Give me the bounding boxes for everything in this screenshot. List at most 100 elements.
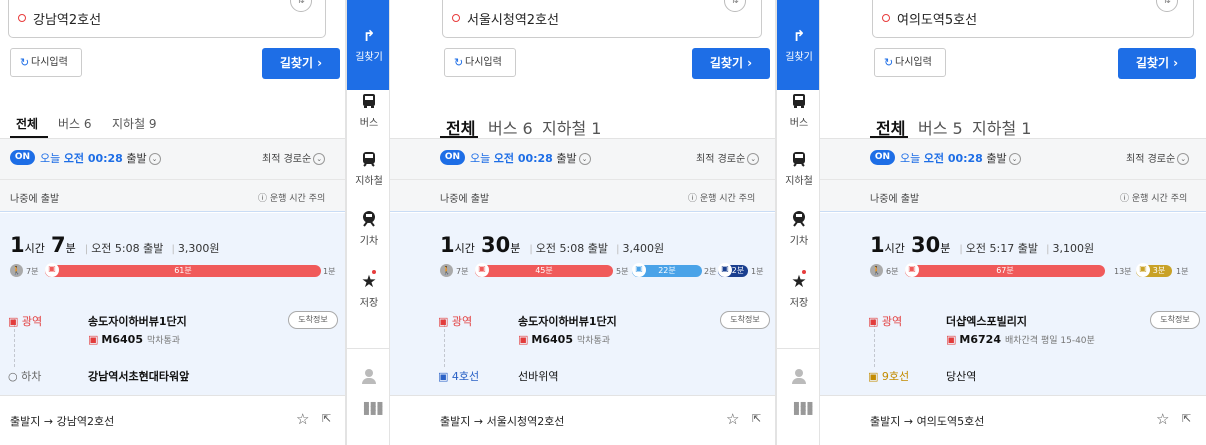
train-icon — [363, 211, 375, 227]
tab-bus[interactable]: 버스 6 — [488, 115, 533, 139]
star-icon[interactable]: ☆ — [296, 410, 309, 428]
reset-button[interactable]: ↻ 다시입력 — [444, 48, 516, 77]
walk-icon: 🚶 — [10, 264, 23, 277]
tab-bus[interactable]: 버스 6 — [58, 115, 92, 132]
bus-icon — [363, 94, 375, 108]
destination-text: 여의도역5호선 — [897, 13, 978, 28]
destination-marker-icon — [452, 14, 460, 22]
grid-menu-icon[interactable]: ▪▪▪ ▪▪▪ ▪▪▪ — [363, 400, 383, 418]
departure-time[interactable]: 오늘 오전 00:28 출발 ⌄ — [40, 150, 161, 166]
arrival-info-button[interactable]: 도착정보 — [720, 311, 770, 329]
boarding-stop[interactable]: 더샵엑스포빌리지 — [946, 313, 1027, 329]
star-icon: ★ — [791, 270, 807, 292]
arrival-info-button[interactable]: 도착정보 — [288, 311, 338, 329]
step-label-alight: ○ 하차 — [8, 370, 42, 383]
departure-time[interactable]: 오늘 오전 00:28 출발 ⌄ — [900, 150, 1021, 166]
user-icon[interactable] — [362, 369, 376, 384]
bus-route-number[interactable]: ▣ M6405 막차통과 — [88, 333, 180, 346]
bus-route-number[interactable]: ▣ M6724 배차간격 평일 15-40분 — [946, 333, 1095, 346]
bus-menu[interactable]: 버스 — [777, 92, 819, 129]
departure-row: ON 오늘 오전 00:28 출발 ⌄ 최적 경로순 ⌄ — [820, 139, 1206, 179]
route-panel-2: 서울시청역2호선 ⇅ ↻ 다시입력 길찾기 › 전체 버스 6 지하철 1 ON … — [390, 0, 776, 445]
tab-subway[interactable]: 지하철 1 — [972, 115, 1031, 139]
route-footer: 출발지 → 강남역2호선 ☆ ⇱ — [0, 395, 345, 445]
destination-field[interactable]: 강남역2호선 — [8, 0, 326, 38]
bus-icon: ▣ — [88, 333, 99, 346]
destination-field[interactable]: 서울시청역2호선 — [442, 0, 762, 38]
alight-stop[interactable]: 강남역서초현대타워앞 — [88, 368, 189, 384]
star-icon[interactable]: ☆ — [726, 410, 739, 428]
later-departure-row[interactable]: 나중에 출발 ⓘ 운행 시간 주의 — [820, 179, 1206, 212]
share-icon[interactable]: ⇱ — [1182, 412, 1191, 425]
on-toggle[interactable]: ON — [870, 150, 895, 165]
share-icon[interactable]: ⇱ — [752, 412, 761, 425]
sort-dropdown[interactable]: 최적 경로순 ⌄ — [1126, 150, 1190, 165]
service-time-notice[interactable]: ⓘ 운행 시간 주의 — [258, 191, 325, 204]
search-route-button[interactable]: 길찾기 › — [262, 48, 340, 79]
later-departure-row[interactable]: 나중에 출발 ⓘ 운행 시간 주의 — [0, 179, 345, 212]
on-toggle[interactable]: ON — [440, 150, 465, 165]
destination-text: 강남역2호선 — [33, 13, 102, 28]
tab-all[interactable]: 전체 — [16, 115, 38, 132]
saved-menu[interactable]: ★ 저장 — [347, 270, 389, 309]
route-panel-1: 강남역2호선 ⇅ ↻ 다시입력 길찾기 › 전체 버스 6 지하철 9 ON 오늘… — [0, 0, 346, 445]
service-time-notice[interactable]: ⓘ 운행 시간 주의 — [688, 191, 755, 204]
route-footer-text: 출발지 → 서울시청역2호선 — [440, 415, 565, 428]
route-bar: 🚶 7분 61분 ▣ 1분 — [10, 263, 336, 278]
subway-menu[interactable]: 지하철 — [777, 150, 819, 187]
later-departure-row[interactable]: 나중에 출발 ⓘ 운행 시간 주의 — [390, 179, 775, 212]
route-panel-3: 여의도역5호선 ⇅ ↻ 다시입력 길찾기 › 전체 버스 5 지하철 1 ON 오… — [820, 0, 1206, 445]
train-menu[interactable]: 기차 — [347, 210, 389, 247]
departure-row: ON 오늘 오전 00:28 출발 ⌄ 최적 경로순 ⌄ — [0, 139, 345, 179]
user-icon[interactable] — [792, 369, 806, 384]
walk-end-minutes: 1분 — [1176, 267, 1189, 276]
subway-icon: ▣ — [1136, 263, 1150, 277]
refresh-icon: ↻ — [884, 56, 894, 69]
bus-icon: ▣ — [8, 315, 19, 328]
service-time-notice[interactable]: ⓘ 운행 시간 주의 — [1120, 191, 1187, 204]
star-icon[interactable]: ☆ — [1156, 410, 1169, 428]
search-route-button[interactable]: 길찾기 › — [1118, 48, 1196, 79]
on-toggle[interactable]: ON — [10, 150, 35, 165]
chevron-down-icon: ⌄ — [148, 153, 161, 165]
departure-time[interactable]: 오늘 오전 00:28 출발 ⌄ — [470, 150, 591, 166]
reset-button[interactable]: ↻ 다시입력 — [874, 48, 946, 77]
bus-icon: ▣ — [475, 263, 489, 277]
transfer-station[interactable]: 선바위역 — [518, 368, 558, 384]
bus-menu[interactable]: 버스 — [347, 92, 389, 129]
boarding-stop[interactable]: 송도자이하버뷰1단지 — [518, 313, 617, 329]
tab-subway[interactable]: 지하철 9 — [112, 115, 157, 132]
directions-menu[interactable]: ↱ 길찾기 — [777, 0, 819, 90]
transfer-minutes: 5분 — [616, 267, 629, 276]
boarding-stop[interactable]: 송도자이하버뷰1단지 — [88, 313, 187, 329]
travel-summary: 1시간 7분 | 오전 5:08 출발 | 3,300원 — [10, 233, 220, 257]
bus-icon: ▣ — [45, 263, 59, 277]
bus-icon: ▣ — [438, 315, 449, 328]
sort-dropdown[interactable]: 최적 경로순 ⌄ — [696, 150, 760, 165]
bus-route-number[interactable]: ▣ M6405 막차통과 — [518, 333, 610, 346]
search-route-button[interactable]: 길찾기 › — [692, 48, 770, 79]
star-icon: ★ — [361, 270, 377, 292]
train-menu[interactable]: 기차 — [777, 210, 819, 247]
sort-dropdown[interactable]: 최적 경로순 ⌄ — [262, 150, 326, 165]
destination-field[interactable]: 여의도역5호선 — [872, 0, 1194, 38]
grid-menu-icon[interactable]: ▪▪▪ ▪▪▪ ▪▪▪ — [793, 400, 813, 418]
tab-subway[interactable]: 지하철 1 — [542, 115, 601, 139]
transfer-station[interactable]: 당산역 — [946, 368, 976, 384]
later-departure-label: 나중에 출발 — [440, 194, 490, 205]
side-bottom: ▪▪▪ ▪▪▪ ▪▪▪ — [347, 348, 389, 445]
reset-button[interactable]: ↻ 다시입력 — [10, 48, 82, 77]
subway-menu[interactable]: 지하철 — [347, 150, 389, 187]
tab-bus[interactable]: 버스 5 — [918, 115, 963, 139]
walk-icon: 🚶 — [440, 264, 453, 277]
route-card[interactable]: 1시간 30분 | 오전 5:17 출발 | 3,100원 🚶 6분 67분 ▣ 1… — [820, 213, 1206, 395]
saved-menu[interactable]: ★ 저장 — [777, 270, 819, 309]
walk-end-minutes: 1분 — [323, 267, 336, 276]
route-card[interactable]: 1시간 7분 | 오전 5:08 출발 | 3,300원 🚶 7분 61분 ▣ 1분… — [0, 213, 345, 395]
circle-icon: ○ — [8, 370, 18, 383]
arrival-info-button[interactable]: 도착정보 — [1150, 311, 1200, 329]
share-icon[interactable]: ⇱ — [322, 412, 331, 425]
chevron-down-icon: ⌄ — [1008, 153, 1021, 165]
directions-menu[interactable]: ↱ 길찾기 — [347, 0, 389, 90]
route-card[interactable]: 1시간 30분 | 오전 5:08 출발 | 3,400원 🚶 7분 45분 ▣ 5… — [390, 213, 775, 395]
